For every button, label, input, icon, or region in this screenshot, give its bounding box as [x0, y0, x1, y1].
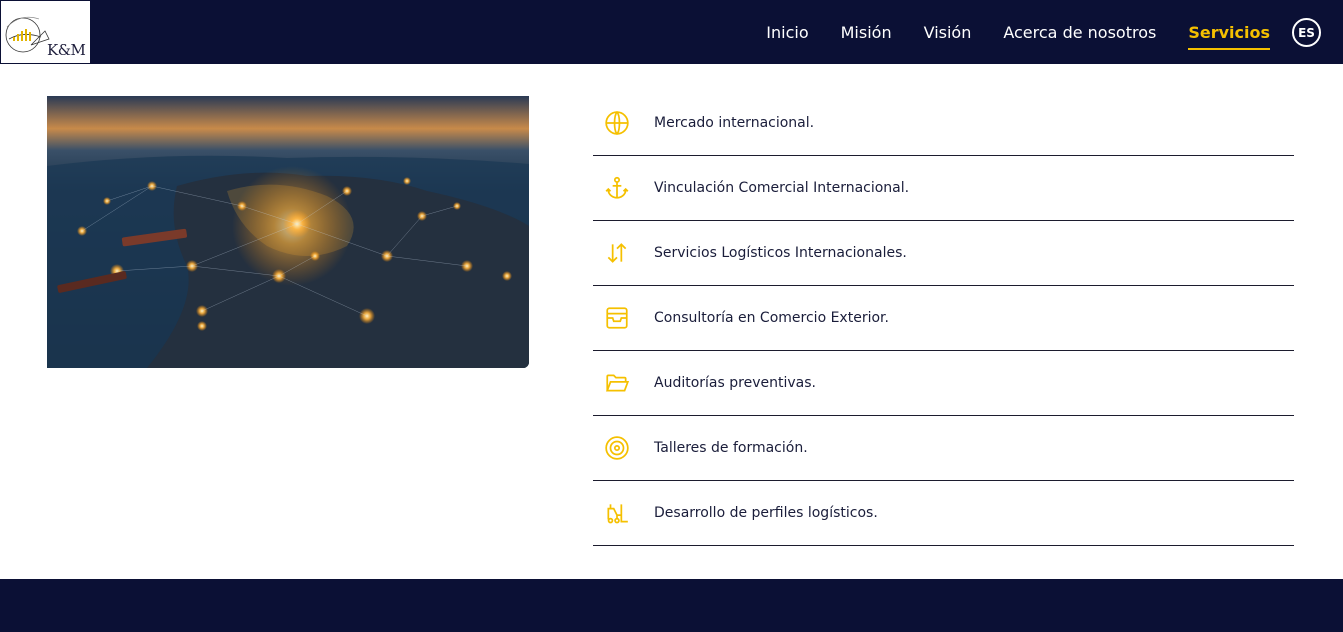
night-earth-network-image — [47, 96, 529, 368]
forklift-icon — [607, 504, 628, 524]
anchor-icon — [605, 176, 629, 199]
nav-vision[interactable]: Visión — [924, 17, 972, 48]
service-label: Auditorías preventivas. — [654, 375, 816, 391]
logo-text: K&M — [47, 41, 86, 59]
logo[interactable]: K&M — [1, 1, 90, 63]
services-list: Mercado internacional. Vinculación Comer… — [593, 91, 1294, 546]
site-header: K&M Inicio Misión Visión Acerca de nosot… — [0, 0, 1343, 64]
target-icon — [605, 436, 629, 460]
service-item-perfiles-logisticos[interactable]: Desarrollo de perfiles logísticos. — [593, 481, 1294, 546]
site-footer — [0, 579, 1343, 632]
service-label: Consultoría en Comercio Exterior. — [654, 310, 889, 326]
service-item-vinculacion-comercial[interactable]: Vinculación Comercial Internacional. — [593, 156, 1294, 221]
language-switcher[interactable]: ES — [1292, 18, 1321, 47]
nav-servicios[interactable]: Servicios — [1188, 17, 1270, 50]
service-label: Vinculación Comercial Internacional. — [654, 180, 910, 196]
globe-icon — [605, 110, 629, 136]
service-item-mercado-internacional[interactable]: Mercado internacional. — [593, 91, 1294, 156]
service-label: Talleres de formación. — [654, 440, 808, 456]
main-nav: Inicio Misión Visión Acerca de nosotros … — [766, 0, 1270, 64]
service-label: Desarrollo de perfiles logísticos. — [654, 505, 878, 521]
nav-mision[interactable]: Misión — [841, 17, 892, 48]
nav-inicio[interactable]: Inicio — [766, 17, 808, 48]
nav-acerca-de-nosotros[interactable]: Acerca de nosotros — [1003, 17, 1156, 48]
inbox-icon — [606, 307, 628, 329]
service-label: Mercado internacional. — [654, 115, 815, 131]
service-label: Servicios Logísticos Internacionales. — [654, 245, 907, 261]
service-item-talleres[interactable]: Talleres de formación. — [593, 416, 1294, 481]
folder-open-icon — [605, 374, 630, 392]
service-item-consultoria[interactable]: Consultoría en Comercio Exterior. — [593, 286, 1294, 351]
hero-image — [47, 96, 529, 368]
arrows-up-down-icon — [607, 243, 627, 263]
service-item-servicios-logisticos[interactable]: Servicios Logísticos Internacionales. — [593, 221, 1294, 286]
service-item-auditorias[interactable]: Auditorías preventivas. — [593, 351, 1294, 416]
